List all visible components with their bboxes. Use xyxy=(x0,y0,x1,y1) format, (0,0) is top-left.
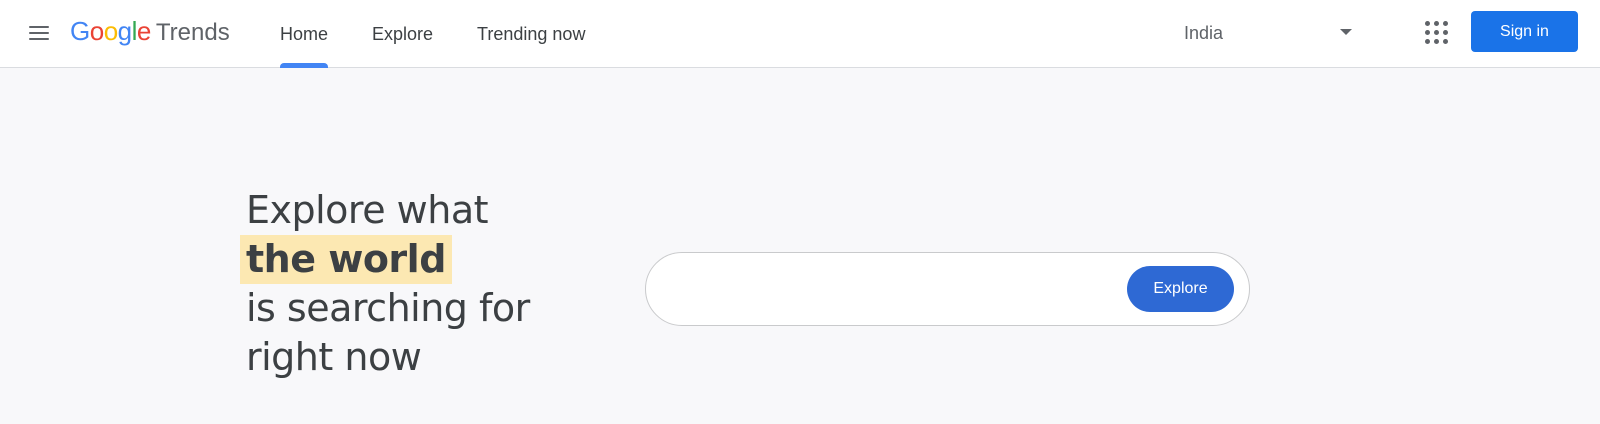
sign-in-button[interactable]: Sign in xyxy=(1471,11,1578,52)
hero-line-4: right now xyxy=(246,335,422,379)
dropdown-arrow-icon xyxy=(1340,29,1352,35)
hero-line-1: Explore what xyxy=(246,188,489,232)
explore-button[interactable]: Explore xyxy=(1127,266,1234,312)
region-select[interactable]: India xyxy=(1168,14,1368,52)
top-app-bar: Google Trends Home Explore Trending now … xyxy=(0,0,1600,68)
tab-trending-now[interactable]: Trending now xyxy=(455,0,607,68)
search-box: Explore xyxy=(645,252,1250,326)
logo-letter: o xyxy=(89,16,104,46)
trends-wordmark: Trends xyxy=(155,19,230,46)
hero-line-3: is searching for xyxy=(246,286,530,330)
tab-home-label: Home xyxy=(280,23,329,44)
main-nav: Home Explore Trending now xyxy=(258,0,607,68)
search-input[interactable] xyxy=(670,267,1110,311)
tab-explore[interactable]: Explore xyxy=(350,0,455,68)
hero-line-2: the world xyxy=(240,235,530,284)
google-wordmark: Google xyxy=(70,16,151,47)
logo-letter: g xyxy=(117,16,132,46)
tab-home[interactable]: Home xyxy=(258,0,350,68)
google-trends-logo[interactable]: Google Trends xyxy=(70,16,230,50)
region-select-value: India xyxy=(1184,22,1224,43)
hero-heading: Explore what the world is searching for … xyxy=(240,186,530,382)
logo-letter: o xyxy=(103,16,118,46)
hamburger-menu-icon[interactable] xyxy=(24,20,54,46)
logo-letter: e xyxy=(136,16,151,46)
google-apps-grid-icon[interactable] xyxy=(1422,18,1452,48)
hero-highlight: the world xyxy=(240,235,452,284)
tab-explore-label: Explore xyxy=(372,23,434,44)
tab-trending-now-label: Trending now xyxy=(477,23,586,44)
logo-letter: G xyxy=(70,16,90,46)
active-tab-indicator xyxy=(280,63,329,68)
